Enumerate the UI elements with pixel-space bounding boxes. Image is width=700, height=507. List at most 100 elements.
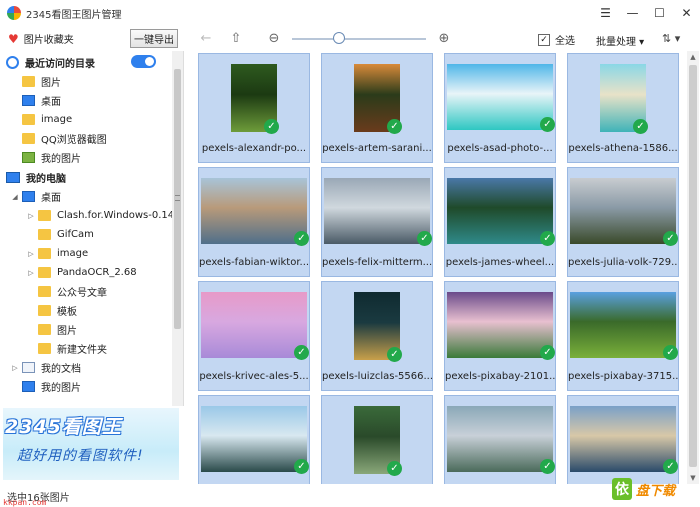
tree-item[interactable]: 图片 [26, 320, 77, 339]
image-card[interactable]: ✓ pexels-asad-photo-... [444, 53, 556, 163]
selected-check-icon[interactable]: ✓ [633, 119, 648, 134]
tree-item[interactable]: GifCam [26, 225, 94, 244]
image-thumbnail[interactable] [201, 178, 307, 244]
recent-item[interactable]: QQ浏览器截图 [22, 129, 107, 148]
select-all-checkbox[interactable]: ✓ 全选 [538, 32, 575, 47]
recent-dirs-header[interactable]: 最近访问的目录 [6, 53, 95, 72]
pictures-icon [22, 381, 35, 392]
selected-check-icon[interactable]: ✓ [540, 345, 555, 360]
tree-item[interactable]: ▷ Clash.for.Windows-0.14.8 [26, 206, 183, 225]
watermark-mark: 依 [612, 478, 632, 500]
zoom-in-icon[interactable]: ⊕ [436, 30, 452, 46]
image-card[interactable]: ✓ pexels-pixabay-2101... [444, 281, 556, 391]
image-thumbnail[interactable] [447, 178, 553, 244]
expand-arrow-icon[interactable]: ◢ [10, 193, 20, 201]
selected-check-icon[interactable]: ✓ [264, 119, 279, 134]
selected-check-icon[interactable]: ✓ [540, 117, 555, 132]
selected-check-icon[interactable]: ✓ [663, 345, 678, 360]
image-card[interactable]: ✓ [198, 395, 310, 484]
image-grid: ✓ pexels-alexandr-po... ✓ pexels-artem-sara… [190, 51, 687, 484]
selected-check-icon[interactable]: ✓ [294, 231, 309, 246]
image-filename: pexels-athena-1586... [568, 143, 678, 154]
image-card[interactable]: ✓ pexels-krivec-ales-5... [198, 281, 310, 391]
tree-item[interactable]: ▷ image [26, 244, 88, 263]
collapse-arrow-icon[interactable]: ▷ [26, 250, 36, 258]
tree-item-documents[interactable]: ▷ 我的文档 [10, 358, 81, 377]
recent-item[interactable]: 图片 [22, 72, 61, 91]
image-card[interactable]: ✓ pexels-james-wheel... [444, 167, 556, 277]
image-filename: pexels-krivec-ales-5... [199, 371, 309, 382]
recent-dirs-toggle[interactable] [131, 55, 156, 68]
image-card[interactable]: ✓ [321, 395, 433, 484]
banner-logo: 2345看图王 [5, 416, 122, 438]
up-folder-icon[interactable]: ⇧ [228, 30, 244, 46]
maximize-icon[interactable]: ☐ [646, 0, 673, 26]
selected-check-icon[interactable]: ✓ [540, 231, 555, 246]
tree-item[interactable]: ▷ PandaOCR_2.68 [26, 263, 137, 282]
tree-item-desktop[interactable]: ◢ 桌面 [10, 187, 61, 206]
my-computer-header[interactable]: 我的电脑 [6, 168, 66, 187]
tree-item-label: GifCam [57, 229, 94, 240]
sidebar-scrollbar[interactable] [172, 51, 183, 406]
image-card[interactable]: ✓ [567, 395, 679, 484]
image-card[interactable]: ✓ pexels-fabian-wiktor... [198, 167, 310, 277]
recent-item[interactable]: 我的图片 [22, 148, 81, 167]
promo-banner[interactable]: 2345看图王 超好用的看图软件! [3, 408, 179, 480]
recent-item[interactable]: 桌面 [22, 91, 61, 110]
tree-item[interactable]: 模板 [26, 301, 77, 320]
grid-scrollbar-thumb[interactable] [689, 65, 697, 467]
favorites-button[interactable]: ♥ 图片收藏夹 [8, 31, 74, 47]
selected-check-icon[interactable]: ✓ [387, 119, 402, 134]
folder-icon [22, 114, 35, 125]
image-thumbnail[interactable] [201, 406, 307, 472]
image-card[interactable]: ✓ pexels-julia-volk-729... [567, 167, 679, 277]
grid-scrollbar[interactable]: ▲ ▼ [687, 51, 699, 484]
image-thumbnail[interactable] [447, 64, 553, 130]
image-filename: pexels-pixabay-2101... [445, 371, 555, 382]
select-all-label: 全选 [555, 36, 575, 47]
image-card[interactable]: ✓ pexels-artem-sarani... [321, 53, 433, 163]
menu-icon[interactable]: ☰ [592, 0, 619, 26]
image-card[interactable]: ✓ pexels-felix-mitterm... [321, 167, 433, 277]
image-filename: pexels-fabian-wiktor... [199, 257, 309, 268]
selected-check-icon[interactable]: ✓ [663, 231, 678, 246]
collapse-arrow-icon[interactable]: ▷ [26, 269, 36, 277]
selected-check-icon[interactable]: ✓ [387, 347, 402, 362]
batch-process-button[interactable]: 批量处理 ▾ [596, 33, 644, 48]
image-thumbnail[interactable] [201, 292, 307, 358]
export-button[interactable]: 一键导出 [130, 29, 178, 48]
sort-button[interactable]: ⇅ ▾ [662, 32, 680, 45]
back-arrow-icon[interactable]: ← [198, 30, 214, 46]
collapse-arrow-icon[interactable]: ▷ [26, 212, 36, 220]
close-icon[interactable]: ✕ [673, 0, 700, 26]
zoom-slider-track[interactable] [292, 38, 426, 40]
selected-check-icon[interactable]: ✓ [663, 459, 678, 474]
selected-check-icon[interactable]: ✓ [417, 231, 432, 246]
tree-item-my-pictures[interactable]: 我的图片 [10, 377, 81, 396]
image-thumbnail[interactable] [570, 178, 676, 244]
image-thumbnail[interactable] [570, 406, 676, 472]
image-card[interactable]: ✓ pexels-alexandr-po... [198, 53, 310, 163]
selected-check-icon[interactable]: ✓ [294, 459, 309, 474]
image-thumbnail[interactable] [324, 178, 430, 244]
zoom-slider-handle[interactable] [333, 32, 345, 44]
minimize-icon[interactable]: — [619, 0, 646, 26]
selected-check-icon[interactable]: ✓ [387, 461, 402, 476]
zoom-out-icon[interactable]: ⊖ [266, 30, 282, 46]
image-thumbnail[interactable] [447, 406, 553, 472]
tree-item[interactable]: 公众号文章 [26, 282, 107, 301]
image-card[interactable]: ✓ [444, 395, 556, 484]
image-card[interactable]: ✓ pexels-luizclas-5566... [321, 281, 433, 391]
image-filename: pexels-artem-sarani... [322, 143, 432, 154]
image-card[interactable]: ✓ pexels-pixabay-3715... [567, 281, 679, 391]
recent-item[interactable]: image [22, 110, 72, 129]
scroll-up-arrow-icon[interactable]: ▲ [687, 51, 699, 63]
image-thumbnail[interactable] [570, 292, 676, 358]
image-thumbnail[interactable] [447, 292, 553, 358]
selected-check-icon[interactable]: ✓ [540, 459, 555, 474]
selected-check-icon[interactable]: ✓ [294, 345, 309, 360]
folder-icon [38, 286, 51, 297]
image-card[interactable]: ✓ pexels-athena-1586... [567, 53, 679, 163]
tree-item[interactable]: 新建文件夹 [26, 339, 107, 358]
collapse-arrow-icon[interactable]: ▷ [10, 364, 20, 372]
